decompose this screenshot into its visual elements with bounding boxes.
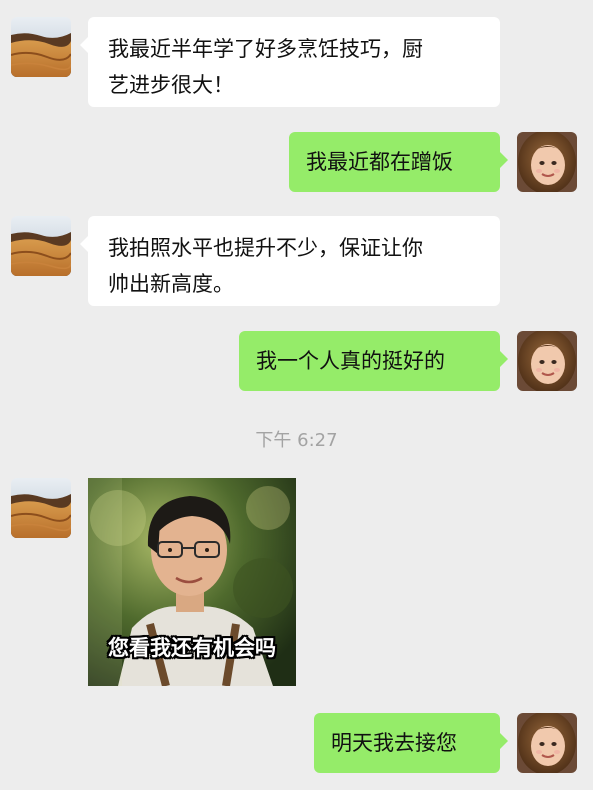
message-bubble-outgoing[interactable]: 明天我去接您 (314, 713, 508, 773)
message-bubble-outgoing[interactable]: 我最近都在蹭饭 (289, 132, 508, 192)
desert-landscape-icon (11, 216, 71, 276)
girl-portrait-icon (517, 132, 577, 192)
sticker-caption: 您看我还有机会吗 (108, 636, 276, 660)
girl-portrait-icon (517, 331, 577, 391)
contact-avatar[interactable] (11, 478, 71, 538)
timestamp: 下午 6:27 (255, 430, 338, 451)
contact-avatar[interactable] (11, 216, 71, 276)
message-bubble-outgoing[interactable]: 我一个人真的挺好的 (239, 331, 508, 391)
girl-portrait-icon (517, 713, 577, 773)
message-bubble-incoming[interactable]: 我最近半年学了好多烹饪技巧，厨 艺进步很大！ (80, 17, 500, 107)
sticker-image[interactable]: 您看我还有机会吗 (88, 478, 296, 686)
desert-landscape-icon (11, 478, 71, 538)
self-avatar[interactable] (517, 132, 577, 192)
contact-avatar[interactable] (11, 17, 71, 77)
self-avatar[interactable] (517, 331, 577, 391)
message-bubble-incoming[interactable]: 我拍照水平也提升不少，保证让你 帅出新高度。 (80, 216, 500, 306)
self-avatar[interactable] (517, 713, 577, 773)
desert-landscape-icon (11, 17, 71, 77)
